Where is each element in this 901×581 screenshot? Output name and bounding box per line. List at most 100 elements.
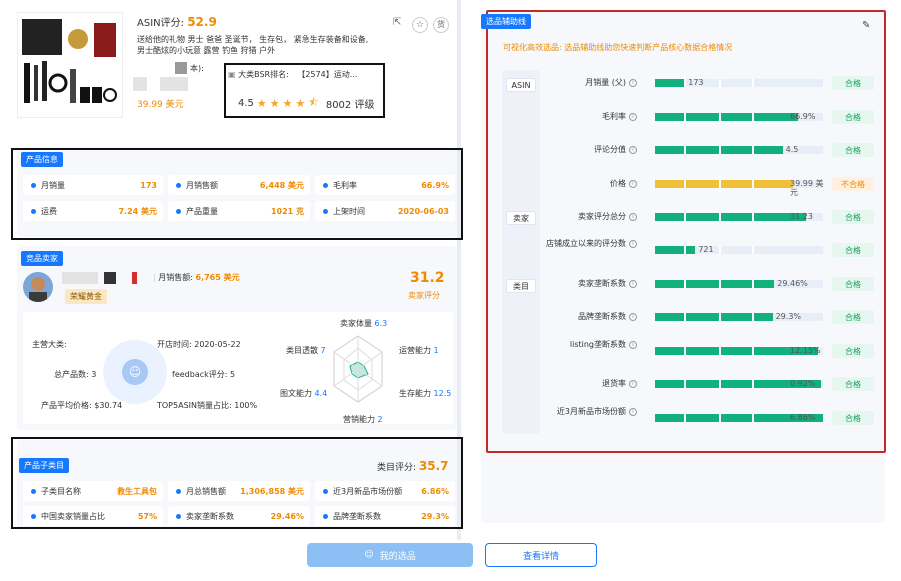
user-icon: ☺ (122, 359, 148, 385)
radar-label: 图文能力 (280, 389, 312, 398)
seller-tag: 竞品卖家 (21, 251, 63, 266)
radar-label-upper-left: 类目透散 7 (286, 345, 326, 356)
radar-label-top: 卖家体量 6.3 (340, 318, 387, 329)
avatar[interactable] (23, 272, 53, 302)
cargo-icon[interactable]: 货 (433, 17, 449, 33)
seller-monthly-sales-label: 月销售额: (158, 273, 193, 282)
info-icon[interactable]: i (629, 112, 637, 121)
masked-info (133, 77, 147, 91)
subcategory-tag: 产品子类目 (19, 458, 69, 473)
product-price: 39.99 美元 (137, 100, 184, 110)
product-image[interactable] (17, 12, 123, 118)
open-time: 开店时间: 2020-05-22 (157, 340, 241, 349)
star-half-icon: ⯪ (308, 96, 319, 109)
seller-score: 31.2 (410, 270, 445, 286)
helper-row-threshold (752, 313, 755, 321)
metric-value: 1,306,858 美元 (240, 486, 304, 496)
radar-value: 7 (320, 346, 326, 355)
product-title[interactable]: 送给他的礼物 男士 爸爸 圣诞节， 生存包， 紧急生存装备和设备, 男士酷炫的小… (137, 34, 387, 56)
radar-chart (333, 335, 383, 403)
view-detail-button[interactable]: 查看详情 (485, 543, 597, 567)
product-title-line-1: 送给他的礼物 男士 爸爸 圣诞节， 生存包， 紧急生存装备和设备, (137, 35, 369, 44)
helper-row-bar (655, 246, 696, 254)
helper-row-value: 0.92% (790, 379, 816, 388)
helper-row-bar (655, 213, 807, 221)
metric-label: 子类目名称 (41, 486, 81, 496)
bsr-rank[interactable]: ▣ 大类BSR排名: 【2574】运动... (228, 69, 357, 80)
asin-score-value: 52.9 (187, 15, 217, 29)
helper-row-bar (655, 313, 773, 321)
metric-label: 近3月新品市场份额 (333, 486, 403, 496)
metric-monthly-revenue: 月销售额 6,448 美元 (168, 175, 310, 195)
share-icon[interactable]: ⇱ (393, 17, 407, 31)
metric-value: 7.24 美元 (118, 206, 157, 216)
helper-row-label: 店铺成立以来的评分数 i (517, 239, 637, 249)
helper-row-bar (655, 79, 686, 87)
review-count: 8002 评级 (325, 100, 375, 111)
rating-value: 4.5 (238, 98, 254, 109)
helper-row-label: 品牌垄断系数 i (517, 312, 637, 322)
metric-gross-margin: 毛利率 66.9% (315, 175, 455, 195)
helper-row-label: 月销量 (父) i (517, 78, 637, 88)
info-icon[interactable]: i (629, 179, 637, 188)
bsr-label: 大类BSR排名: (238, 70, 289, 79)
helper-row-status: 不合格 (832, 177, 874, 191)
helper-row-threshold (683, 180, 686, 188)
asin-score: ASIN评分: 52.9 (137, 14, 217, 29)
info-icon[interactable]: i (629, 312, 637, 321)
helper-row-text: 毛利率 (602, 112, 626, 121)
metric-value: 1021 克 (270, 206, 304, 216)
metric-label: 毛利率 (333, 180, 357, 190)
action-icons: ⇱ ☆ 货 (393, 17, 449, 33)
info-icon[interactable]: i (629, 239, 637, 248)
helper-row-value: 29.46% (777, 279, 808, 288)
rating-row: 4.5 ★ ★ ★ ★ ⯪ 8002 评级 (238, 94, 374, 113)
helper-row-bar (655, 180, 793, 188)
masked-info-2 (160, 77, 188, 91)
info-icon[interactable]: i (629, 340, 637, 349)
helper-row-threshold (683, 79, 686, 87)
metric-label: 上架时间 (333, 206, 365, 216)
my-selection-button[interactable]: ☺ 我的选品 (307, 543, 473, 567)
edit-icon[interactable]: ✎ (862, 20, 870, 31)
subcat-new-share: 近3月新品市场份额 6.86% (315, 481, 455, 501)
metric-value: 57% (137, 511, 157, 521)
helper-row-threshold (683, 246, 686, 254)
helper-row-value: 31.23 (790, 212, 813, 221)
star-full-icon: ★ (295, 97, 306, 110)
seller-level-badge: 荣耀黄金 (65, 289, 107, 304)
info-icon[interactable]: i (629, 78, 637, 87)
helper-row-status: 合格 (832, 110, 874, 124)
star-icon[interactable]: ☆ (412, 17, 428, 33)
info-icon[interactable]: i (629, 145, 637, 154)
helper-row-text: listing垄断系数 (569, 340, 626, 349)
metric-listing-date: 上架时间 2020-06-03 (315, 201, 455, 221)
metric-value: 救生工具包 (117, 486, 157, 496)
radar-label: 运营能力 (399, 346, 431, 355)
radar-label-lower-left: 图文能力 4.4 (280, 388, 327, 399)
info-icon[interactable]: i (629, 407, 637, 416)
info-icon[interactable]: i (629, 379, 637, 388)
chart-icon: ▣ (228, 70, 236, 79)
helper-row-label: 价格 i (517, 179, 637, 189)
metric-shipping: 运费 7.24 美元 (23, 201, 163, 221)
helper-row-label: 卖家评分总分 i (517, 212, 637, 222)
info-icon[interactable]: i (629, 279, 637, 288)
helper-row-label: 近3月新品市场份额 i (517, 407, 637, 417)
top-asin-share: TOP5ASIN销量占比: 100% (157, 401, 258, 410)
helper-row-threshold (752, 280, 755, 288)
helper-row-status: 合格 (832, 344, 874, 358)
helper-row-threshold (752, 380, 755, 388)
total-products: 总产品数: 3 (54, 370, 97, 379)
helper-row-threshold (683, 280, 686, 288)
helper-row-value: 6.86% (790, 413, 816, 422)
helper-row-label: 毛利率 i (517, 112, 637, 122)
helper-row-threshold (752, 414, 755, 422)
metric-label: 月总销售额 (186, 486, 226, 496)
helper-row-text: 卖家垄断系数 (578, 279, 626, 288)
seller-name-masked-2 (104, 272, 116, 284)
category-score: 类目评分: 35.7 (377, 459, 449, 473)
feedback-score: feedback评分: 5 (172, 370, 236, 379)
metric-value: 6.86% (421, 486, 449, 496)
info-icon[interactable]: i (629, 212, 637, 221)
